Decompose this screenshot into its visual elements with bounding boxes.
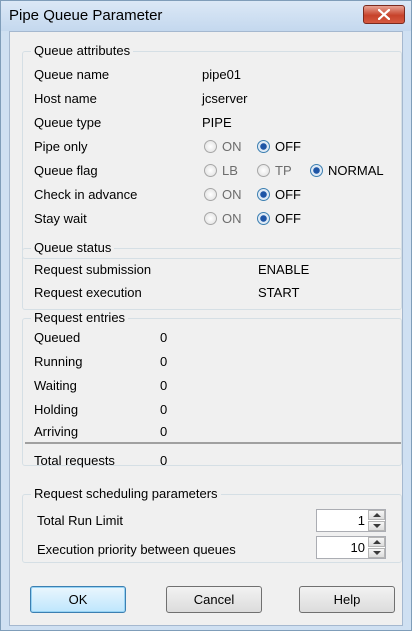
check-advance-label: Check in advance bbox=[34, 187, 138, 202]
holding-value: 0 bbox=[160, 402, 168, 417]
help-button[interactable]: Help bbox=[299, 586, 395, 613]
queue-status-label: Queue status bbox=[31, 240, 115, 256]
queue-type-value: PIPE bbox=[202, 115, 232, 130]
queue-flag-lb-radio[interactable] bbox=[204, 164, 217, 177]
arrow-down-icon bbox=[373, 551, 381, 555]
pipe-only-off-label[interactable]: OFF bbox=[275, 139, 301, 155]
arriving-label: Arriving bbox=[34, 424, 79, 439]
queue-name-label: Queue name bbox=[34, 67, 110, 82]
queued-label: Queued bbox=[34, 330, 81, 345]
host-name-value: jcserver bbox=[202, 91, 248, 106]
exec-priority-spin-buttons bbox=[368, 537, 385, 558]
queue-flag-normal-label[interactable]: NORMAL bbox=[328, 163, 384, 179]
total-requests-label: Total requests bbox=[34, 453, 115, 468]
exec-priority-spinner[interactable]: 10 bbox=[316, 536, 386, 559]
running-value: 0 bbox=[160, 354, 168, 369]
total-run-limit-spinner[interactable]: 1 bbox=[316, 509, 386, 532]
stay-wait-on-radio[interactable] bbox=[204, 212, 217, 225]
queue-flag-label: Queue flag bbox=[34, 163, 98, 178]
check-advance-off-radio[interactable] bbox=[257, 188, 270, 201]
waiting-label: Waiting bbox=[34, 378, 77, 393]
exec-priority-value[interactable]: 10 bbox=[351, 540, 365, 556]
arrow-up-icon bbox=[373, 513, 381, 517]
holding-label: Holding bbox=[34, 402, 79, 417]
ok-button[interactable]: OK bbox=[30, 586, 126, 613]
stay-wait-off-radio[interactable] bbox=[257, 212, 270, 225]
total-run-limit-up-button[interactable] bbox=[368, 510, 385, 520]
total-run-limit-down-button[interactable] bbox=[368, 521, 385, 531]
total-run-limit-spin-buttons bbox=[368, 510, 385, 531]
check-advance-off-label[interactable]: OFF bbox=[275, 187, 301, 203]
stay-wait-label: Stay wait bbox=[34, 211, 87, 226]
queue-flag-lb-label[interactable]: LB bbox=[222, 163, 238, 179]
scheduling-label: Request scheduling parameters bbox=[31, 486, 221, 502]
running-label: Running bbox=[34, 354, 83, 369]
check-advance-on-label[interactable]: ON bbox=[222, 187, 242, 203]
exec-priority-label: Execution priority between queues bbox=[37, 542, 236, 557]
pipe-only-off-radio[interactable] bbox=[257, 140, 270, 153]
total-requests-value: 0 bbox=[160, 453, 168, 468]
dialog-window: Pipe Queue Parameter Queue attributes Qu… bbox=[0, 0, 412, 631]
check-advance-on-radio[interactable] bbox=[204, 188, 217, 201]
total-run-limit-value[interactable]: 1 bbox=[358, 513, 365, 529]
arrow-up-icon bbox=[373, 540, 381, 544]
arrow-down-icon bbox=[373, 524, 381, 528]
pipe-only-on-label[interactable]: ON bbox=[222, 139, 242, 155]
waiting-value: 0 bbox=[160, 378, 168, 393]
host-name-label: Host name bbox=[34, 91, 97, 106]
queue-flag-tp-radio[interactable] bbox=[257, 164, 270, 177]
request-execution-value: START bbox=[258, 285, 300, 300]
stay-wait-on-label[interactable]: ON bbox=[222, 211, 242, 227]
queue-flag-normal-radio[interactable] bbox=[310, 164, 323, 177]
close-icon bbox=[378, 9, 390, 20]
exec-priority-down-button[interactable] bbox=[368, 548, 385, 558]
pipe-only-on-radio[interactable] bbox=[204, 140, 217, 153]
request-entries-label: Request entries bbox=[31, 310, 129, 326]
queue-attributes-label: Queue attributes bbox=[31, 43, 134, 59]
title-bar[interactable]: Pipe Queue Parameter bbox=[1, 1, 411, 31]
cancel-button[interactable]: Cancel bbox=[166, 586, 262, 613]
request-execution-label: Request execution bbox=[34, 285, 142, 300]
close-button[interactable] bbox=[363, 5, 405, 24]
arriving-value: 0 bbox=[160, 424, 168, 439]
total-run-limit-label: Total Run Limit bbox=[37, 513, 123, 528]
request-submission-value: ENABLE bbox=[258, 262, 310, 277]
request-submission-label: Request submission bbox=[34, 262, 152, 277]
window-title: Pipe Queue Parameter bbox=[9, 7, 163, 24]
queue-name-value: pipe01 bbox=[202, 67, 242, 82]
queue-flag-tp-label[interactable]: TP bbox=[275, 163, 292, 179]
dialog-client-area: Queue attributes Queue name pipe01 Host … bbox=[9, 31, 403, 626]
stay-wait-off-label[interactable]: OFF bbox=[275, 211, 301, 227]
pipe-only-label: Pipe only bbox=[34, 139, 88, 154]
queue-type-label: Queue type bbox=[34, 115, 102, 130]
queued-value: 0 bbox=[160, 330, 168, 345]
exec-priority-up-button[interactable] bbox=[368, 537, 385, 547]
entries-total-separator bbox=[25, 442, 401, 444]
